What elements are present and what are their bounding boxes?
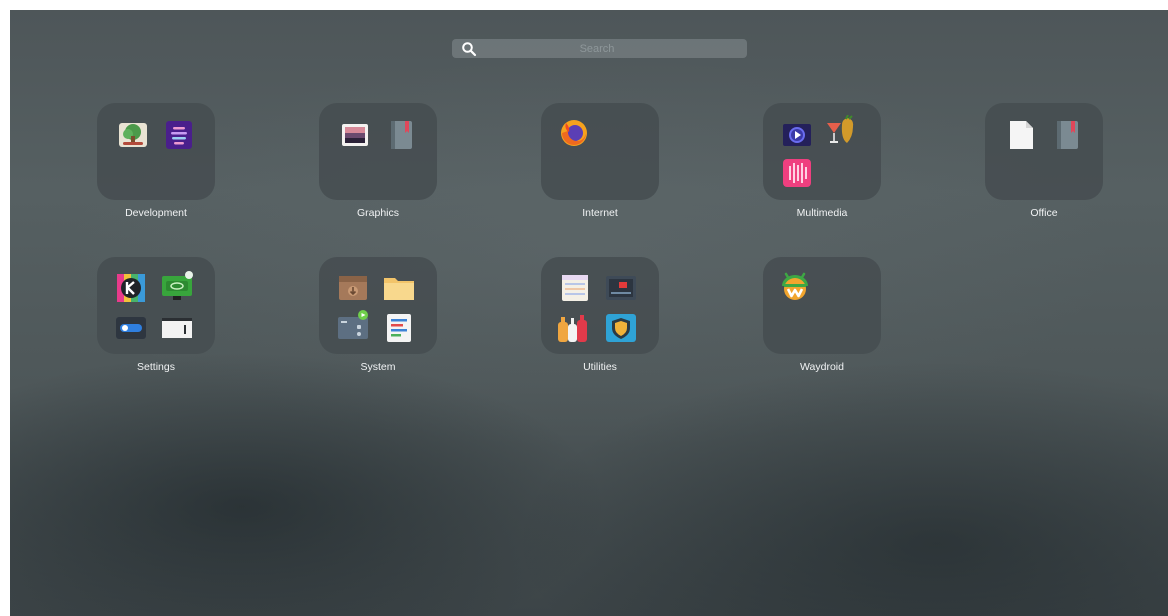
book-icon: [1051, 119, 1083, 151]
text-lines-app-icon: [163, 119, 195, 151]
folder-label: Development: [125, 207, 187, 219]
folder-utilities[interactable]: Utilities: [540, 257, 660, 382]
document-icon: [1005, 119, 1037, 151]
waydroid-icon: [779, 269, 811, 301]
app-launcher-overlay: Development Graphics Internet: [10, 10, 1168, 616]
folder-tile: [319, 103, 437, 200]
package-box-icon: [337, 272, 369, 304]
folder-label: Waydroid: [800, 361, 844, 373]
folder-development[interactable]: Development: [96, 103, 216, 228]
shield-icon: [605, 312, 637, 344]
folder-multimedia[interactable]: Multimedia: [762, 103, 882, 228]
folder-tile: [319, 257, 437, 354]
window-icon: [161, 312, 193, 344]
image-viewer-icon: [339, 119, 371, 151]
folder-tile: [541, 257, 659, 354]
checklist-icon: [383, 312, 415, 344]
folder-settings[interactable]: Settings: [96, 257, 216, 382]
folder-tile: [985, 103, 1103, 200]
folder-icon: [383, 272, 415, 304]
video-player-icon: [781, 119, 813, 151]
folder-system[interactable]: System: [318, 257, 438, 382]
folder-waydroid[interactable]: Waydroid: [762, 257, 882, 382]
search-input[interactable]: [482, 39, 712, 58]
folder-label: System: [360, 361, 396, 373]
folder-tile: [763, 257, 881, 354]
screen-recorder-icon: [605, 272, 637, 304]
folder-tile: [763, 103, 881, 200]
search-icon: [461, 41, 477, 57]
folder-graphics[interactable]: Graphics: [318, 103, 438, 228]
folder-tile: [97, 103, 215, 200]
folder-internet[interactable]: Internet: [540, 103, 660, 228]
folder-tile: [541, 103, 659, 200]
folder-office[interactable]: Office: [984, 103, 1104, 228]
folder-label: Settings: [137, 361, 175, 373]
tree-app-icon: [117, 119, 149, 151]
folder-label: Office: [1030, 207, 1058, 219]
kde-settings-icon: [115, 272, 147, 304]
firefox-icon: [558, 117, 590, 149]
book-icon: [385, 119, 417, 151]
folder-label: Internet: [582, 207, 618, 219]
folder-label: Graphics: [356, 207, 399, 219]
folder-label: Utilities: [583, 361, 617, 373]
toggle-switch-icon: [115, 312, 147, 344]
gpu-settings-icon: [161, 270, 193, 302]
audio-grid-icon: [781, 157, 813, 189]
bottles-icon: [557, 312, 589, 344]
folder-label: Multimedia: [796, 207, 848, 219]
search-bar[interactable]: [452, 39, 747, 58]
cocktail-icon: [825, 115, 857, 147]
media-box-icon: [337, 310, 369, 342]
folder-tile: [97, 257, 215, 354]
notes-icon: [559, 272, 591, 304]
